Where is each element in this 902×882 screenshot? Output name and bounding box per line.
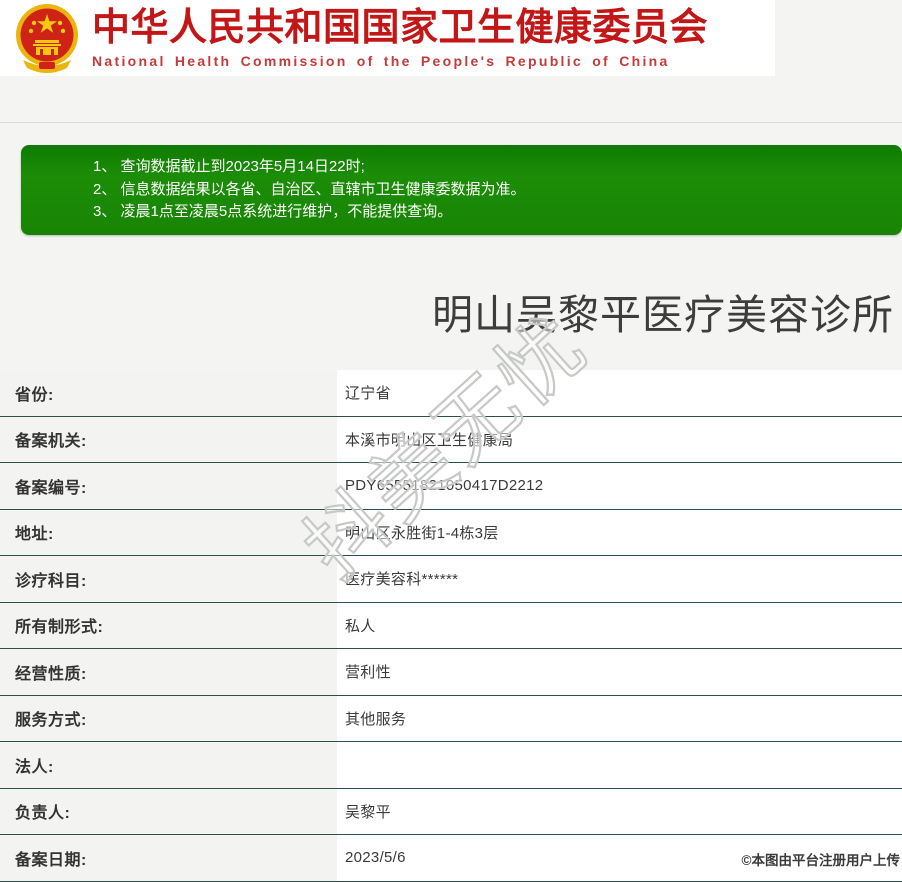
table-row: 诊疗科目: 医疗美容科******: [0, 556, 902, 603]
header-title-en: National Health Commission of the People…: [92, 53, 670, 69]
field-label: 诊疗科目:: [0, 556, 337, 602]
field-value: 营利性: [337, 649, 902, 695]
table-row: 备案机关: 本溪市明山区卫生健康局: [0, 416, 902, 463]
field-label: 省份:: [0, 370, 337, 416]
field-value: 明山区永胜街1-4栋3层: [337, 509, 902, 555]
table-row: 负责人: 吴黎平: [0, 788, 902, 835]
site-header: 中华人民共和国国家卫生健康委员会 National Health Commiss…: [0, 0, 775, 76]
field-value: 本溪市明山区卫生健康局: [337, 416, 902, 462]
field-value: 医疗美容科******: [337, 556, 902, 602]
field-label: 地址:: [0, 509, 337, 555]
table-row: 省份: 辽宁省: [0, 370, 902, 417]
field-value: 辽宁省: [337, 370, 902, 416]
table-row: 所有制形式: 私人: [0, 602, 902, 649]
table-row: 备案编号: PDY65551821050417D2212: [0, 463, 902, 510]
notice-line: 1、 查询数据截止到2023年5月14日22时;: [93, 158, 365, 175]
field-label: 备案日期:: [0, 835, 337, 881]
field-value: 吴黎平: [337, 788, 902, 834]
field-value: PDY65551821050417D2212: [337, 463, 902, 509]
notice-line: 2、 信息数据结果以各省、自治区、直辖市卫生健康委数据为准。: [93, 180, 526, 198]
table-row: 服务方式: 其他服务: [0, 695, 902, 742]
field-label: 法人:: [0, 742, 337, 788]
field-value: 私人: [337, 602, 902, 648]
field-value: [337, 742, 902, 788]
field-value: 其他服务: [337, 695, 902, 741]
header-title-cn: 中华人民共和国国家卫生健康委员会: [92, 7, 709, 49]
field-label: 备案机关:: [0, 416, 337, 462]
record-table: 省份: 辽宁省 备案机关: 本溪市明山区卫生健康局 备案编号: PDY65551…: [0, 370, 902, 882]
table-row: 法人:: [0, 742, 902, 789]
field-label: 服务方式:: [0, 695, 337, 741]
field-label: 所有制形式:: [0, 602, 337, 648]
table-row: 地址: 明山区永胜街1-4栋3层: [0, 509, 902, 556]
field-label: 负责人:: [0, 788, 337, 834]
copyright-note: ©本图由平台注册用户上传: [741, 853, 900, 868]
header-divider: [0, 122, 902, 123]
national-emblem-icon: [16, 4, 78, 73]
notice-line: 3、 凌晨1点至凌晨5点系统进行维护，不能提供查询。: [93, 203, 453, 220]
table-row: 经营性质: 营利性: [0, 649, 902, 696]
field-label: 经营性质:: [0, 649, 337, 695]
notice-box: 1、 查询数据截止到2023年5月14日22时; 2、 信息数据结果以各省、自治…: [21, 145, 902, 235]
field-label: 备案编号:: [0, 463, 337, 509]
record-title: 明山吴黎平医疗美容诊所: [432, 292, 894, 338]
